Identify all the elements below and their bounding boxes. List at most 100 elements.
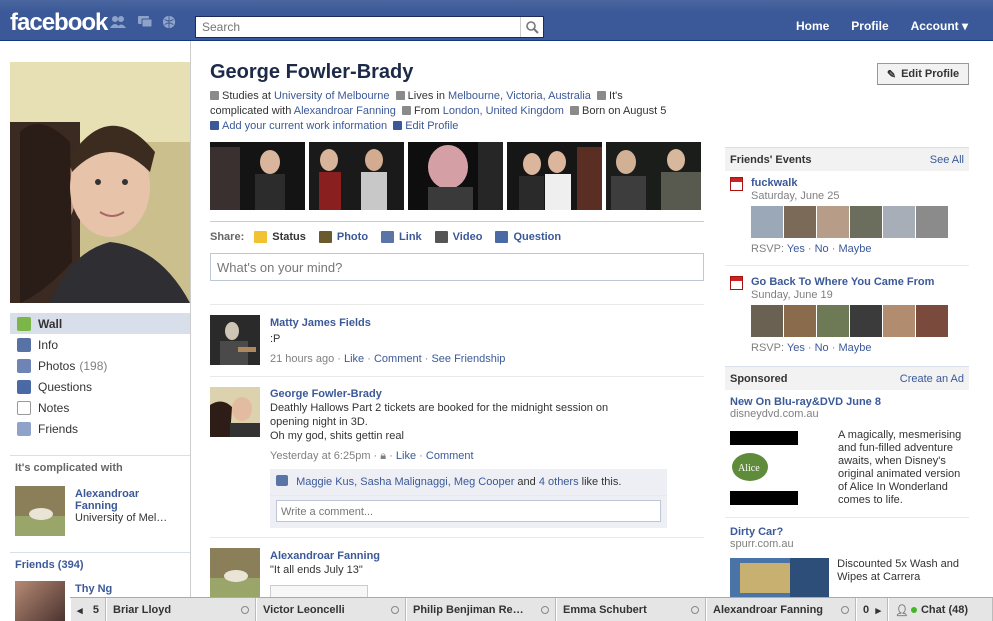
chat-tab[interactable]: Briar Lloyd [106, 598, 256, 621]
share-status[interactable]: Status [254, 231, 306, 243]
friend-name[interactable]: Thy Ng [75, 583, 112, 595]
likers-others-link[interactable]: 4 others [539, 476, 579, 488]
nav-account[interactable]: Account ▾ [900, 19, 979, 33]
see-all-link[interactable]: See All [930, 154, 964, 166]
attendee-avatar[interactable] [817, 305, 849, 337]
chat-prev-tabs[interactable]: ◂ 5 [70, 598, 106, 621]
attendee-avatar[interactable] [784, 305, 816, 337]
story-time[interactable]: Yesterday at 6:25pm [270, 450, 371, 462]
comment-input[interactable]: Write a comment... [276, 500, 661, 522]
ad-title[interactable]: Dirty Car? [730, 526, 964, 538]
school-link[interactable]: University of Melbourne [274, 90, 390, 102]
attendee-avatar[interactable] [916, 206, 948, 238]
recent-photo[interactable] [408, 142, 503, 210]
story-actor[interactable]: Alexandroar Fanning [270, 549, 704, 563]
sidebar-item-friends[interactable]: Friends [10, 418, 190, 439]
notifications-globe-icon[interactable] [161, 15, 177, 29]
story-attachment[interactable] [270, 585, 368, 597]
rsvp-maybe[interactable]: Maybe [838, 342, 871, 354]
recent-photo[interactable] [507, 142, 602, 210]
edit-profile-button[interactable]: ✎ Edit Profile [877, 63, 969, 85]
search-box[interactable] [195, 16, 544, 38]
event-title[interactable]: fuckwalk [751, 177, 948, 189]
ad-image[interactable]: Alice [730, 429, 830, 507]
chat-tab[interactable]: Emma Schubert [556, 598, 706, 621]
like-link[interactable]: Like [396, 450, 416, 462]
add-work-link[interactable]: Add your current work information [222, 120, 387, 132]
story-actor[interactable]: George Fowler-Brady [270, 387, 704, 401]
status-composer[interactable]: What's on your mind? [210, 253, 704, 281]
rsvp-yes[interactable]: Yes [787, 342, 805, 354]
story-time[interactable]: 21 hours ago [270, 353, 334, 365]
facebook-logo[interactable]: facebook [10, 9, 108, 37]
recent-photo[interactable] [309, 142, 404, 210]
partner-link[interactable]: Alexandroar Fanning [294, 105, 396, 117]
ad-title[interactable]: New On Blu-ray&DVD June 8 [730, 396, 964, 408]
attendee-avatar[interactable] [784, 206, 816, 238]
attendee-avatar[interactable] [883, 206, 915, 238]
chat-tab[interactable]: Philip Benjiman Re… [406, 598, 556, 621]
likers-list[interactable]: Maggie Kus, Sasha Malignaggi, Meg Cooper [296, 476, 514, 488]
like-link[interactable]: Like [344, 353, 364, 365]
share-video[interactable]: Video [434, 231, 482, 243]
attendee-avatar[interactable] [850, 206, 882, 238]
chat-bar: ◂ 5 Briar Lloyd Victor Leoncelli Philip … [70, 597, 993, 621]
story-avatar[interactable] [210, 548, 260, 597]
edit-profile-link[interactable]: Edit Profile [405, 120, 458, 132]
share-photo[interactable]: Photo [318, 231, 368, 243]
hometown-link[interactable]: London, United Kingdom [443, 105, 564, 117]
relationship-name-first[interactable]: Alexandroar [75, 488, 167, 500]
rsvp-no[interactable]: No [815, 342, 829, 354]
friend-avatar[interactable] [15, 581, 65, 621]
attendee-avatar[interactable] [916, 305, 948, 337]
rsvp-maybe[interactable]: Maybe [838, 243, 871, 255]
recent-photo[interactable] [210, 142, 305, 210]
privacy-lock-icon[interactable]: 🔒︎ [380, 450, 386, 462]
attendee-avatar[interactable] [751, 305, 783, 337]
rsvp-no[interactable]: No [815, 243, 829, 255]
comment-link[interactable]: Comment [426, 450, 474, 462]
city-link[interactable]: Melbourne, Victoria, Australia [448, 90, 591, 102]
offline-status-icon [841, 606, 849, 614]
nav-home[interactable]: Home [785, 19, 840, 33]
nav-profile[interactable]: Profile [840, 19, 899, 33]
attendee-avatar[interactable] [817, 206, 849, 238]
story-avatar[interactable] [210, 315, 260, 365]
see-friendship-link[interactable]: See Friendship [431, 353, 505, 365]
relationship-school: University of Mel… [75, 512, 168, 524]
chat-buddy-list-button[interactable]: 👤︎ Chat (48) [888, 598, 993, 621]
sidebar-item-notes[interactable]: Notes [10, 397, 190, 418]
search-button[interactable] [520, 17, 543, 37]
create-ad-link[interactable]: Create an Ad [900, 373, 964, 385]
friends-heading[interactable]: Friends (394) [10, 552, 190, 575]
event-title[interactable]: Go Back To Where You Came From [751, 276, 948, 288]
sidebar-item-wall[interactable]: Wall [10, 313, 190, 334]
attendee-avatar[interactable] [883, 305, 915, 337]
sidebar-item-questions[interactable]: Questions [10, 376, 190, 397]
share-link[interactable]: Link [381, 231, 422, 243]
profile-picture[interactable] [10, 62, 190, 303]
attendee-avatar[interactable] [751, 206, 783, 238]
share-question[interactable]: Question [495, 231, 561, 243]
recent-photo[interactable] [606, 142, 701, 210]
chat-next-tabs[interactable]: 0 ▸ [856, 598, 888, 621]
story-actor[interactable]: Matty James Fields [270, 316, 704, 330]
chat-tab[interactable]: Alexandroar Fanning [706, 598, 856, 621]
ad-item[interactable]: New On Blu-ray&DVD June 8 disneydvd.com.… [725, 390, 969, 507]
sidebar-item-photos[interactable]: Photos (198) [10, 355, 190, 376]
ad-item[interactable]: Dirty Car? spurr.com.au Discounted 5x Wa… [725, 517, 969, 598]
comment-link[interactable]: Comment [374, 353, 422, 365]
ad-image[interactable] [730, 558, 830, 598]
relationship-avatar[interactable] [15, 486, 65, 536]
messages-icon[interactable] [137, 15, 153, 29]
sidebar-item-info[interactable]: Info [10, 334, 190, 355]
relationship-card[interactable]: Alexandroar Fanning University of Mel… [10, 486, 190, 536]
chat-tab[interactable]: Victor Leoncelli [256, 598, 406, 621]
relationship-name-last[interactable]: Fanning [75, 500, 167, 512]
friend-requests-icon[interactable] [110, 15, 126, 29]
story-avatar[interactable] [210, 387, 260, 437]
sidebar-item-label: Questions [38, 379, 93, 394]
rsvp-yes[interactable]: Yes [787, 243, 805, 255]
attendee-avatar[interactable] [850, 305, 882, 337]
search-input[interactable] [196, 17, 519, 37]
